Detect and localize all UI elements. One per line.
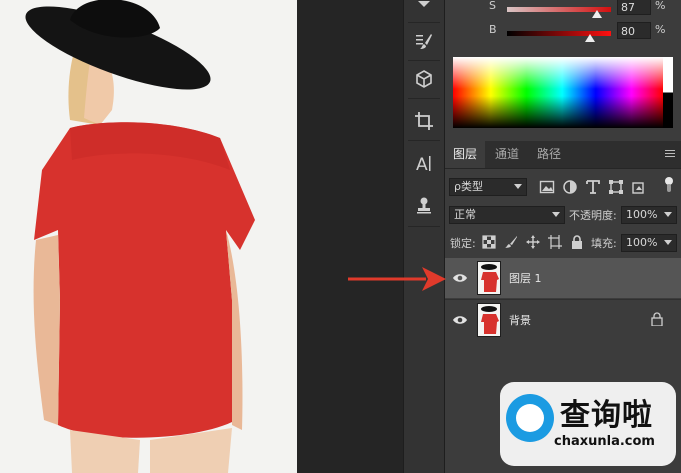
panel-menu-icon[interactable] (665, 150, 675, 158)
watermark-logo-icon (506, 394, 554, 442)
filter-smart-object-icon[interactable] (631, 179, 647, 195)
lock-image-pixels-icon[interactable] (504, 235, 518, 249)
tab-layers[interactable]: 图层 (445, 141, 486, 168)
filter-toggle-icon[interactable] (661, 176, 677, 192)
watermark-site: chaxunla.com (554, 434, 655, 449)
lock-all-icon[interactable] (570, 235, 584, 249)
saturation-unit: % (655, 0, 666, 12)
lock-label: 锁定: (450, 237, 476, 250)
opacity-label: 不透明度: (569, 209, 617, 222)
lock-transparency-icon[interactable] (482, 235, 496, 249)
saturation-slider-thumb[interactable] (592, 10, 603, 18)
blend-mode-value: 正常 (454, 208, 476, 221)
tool-separator (408, 22, 440, 23)
brightness-slider-track[interactable] (507, 31, 611, 36)
chevron-down-icon (664, 212, 672, 217)
fill-field[interactable]: 100% (621, 234, 677, 252)
layer-thumbnail (477, 303, 501, 337)
canvas-photo (0, 0, 297, 473)
layer-filter-dropdown[interactable]: ρ类型 (449, 178, 527, 196)
fill-value: 100% (626, 236, 658, 249)
tool-separator (408, 98, 440, 99)
eye-icon[interactable] (453, 313, 467, 327)
brightness-unit: % (655, 23, 666, 36)
brightness-slider-row: B 80 % (445, 22, 681, 42)
chevron-down-icon (664, 240, 672, 245)
brightness-value-field[interactable]: 80 (617, 22, 651, 39)
tool-separator (408, 226, 440, 227)
eye-icon[interactable] (453, 271, 467, 285)
filter-shape-icon[interactable] (608, 179, 624, 195)
layer-thumbnail (477, 261, 501, 295)
adjust-brush-icon[interactable] (407, 24, 441, 58)
dark-workspace-gap (297, 0, 403, 473)
woman-red-tshirt-image (25, 0, 255, 473)
layer-row-layer1[interactable]: 图层 1 (445, 258, 681, 298)
tab-paths[interactable]: 路径 (529, 141, 569, 168)
layer-filter-value: ρ类型 (454, 180, 483, 193)
character-icon[interactable]: A (407, 146, 441, 180)
lock-icon[interactable] (651, 312, 663, 326)
layer-name[interactable]: 背景 (509, 312, 531, 328)
filter-adjustment-icon[interactable] (562, 179, 578, 195)
chevron-down-icon (514, 184, 522, 189)
tool-column: A (403, 0, 445, 473)
brightness-label: B (489, 23, 497, 36)
saturation-slider-row: S 87 % (445, 0, 681, 18)
tool-separator (408, 60, 440, 61)
tool-separator (408, 140, 440, 141)
lock-artboard-icon[interactable] (548, 235, 562, 249)
stamp-icon[interactable] (407, 188, 441, 222)
chevron-down-icon (552, 212, 560, 217)
filter-pixel-icon[interactable] (539, 179, 555, 195)
tool-top-icon[interactable] (407, 0, 441, 20)
layer-name[interactable]: 图层 1 (509, 270, 542, 286)
red-arrow-annotation (348, 267, 446, 291)
brightness-slider-thumb[interactable] (585, 34, 596, 42)
layer-row-background[interactable]: 背景 (445, 299, 681, 340)
black-white-swatch[interactable] (663, 57, 673, 128)
tab-channels[interactable]: 通道 (487, 141, 527, 168)
watermark: 查询啦 chaxunla.com (490, 382, 678, 470)
svg-text:A: A (416, 155, 428, 173)
fill-label: 填充: (591, 237, 617, 250)
layers-tab-bar: 图层 通道 路径 (445, 141, 681, 169)
crop-icon[interactable] (407, 104, 441, 138)
opacity-field[interactable]: 100% (621, 206, 677, 224)
opacity-value: 100% (626, 208, 658, 221)
filter-type-icon[interactable] (585, 179, 601, 195)
saturation-label: S (489, 0, 496, 12)
lock-position-icon[interactable] (526, 235, 540, 249)
blend-mode-dropdown[interactable]: 正常 (449, 206, 565, 224)
watermark-title: 查询啦 (560, 398, 653, 433)
saturation-value-field[interactable]: 87 (617, 0, 651, 15)
3d-cube-icon[interactable] (407, 62, 441, 96)
color-spectrum[interactable] (453, 57, 673, 128)
